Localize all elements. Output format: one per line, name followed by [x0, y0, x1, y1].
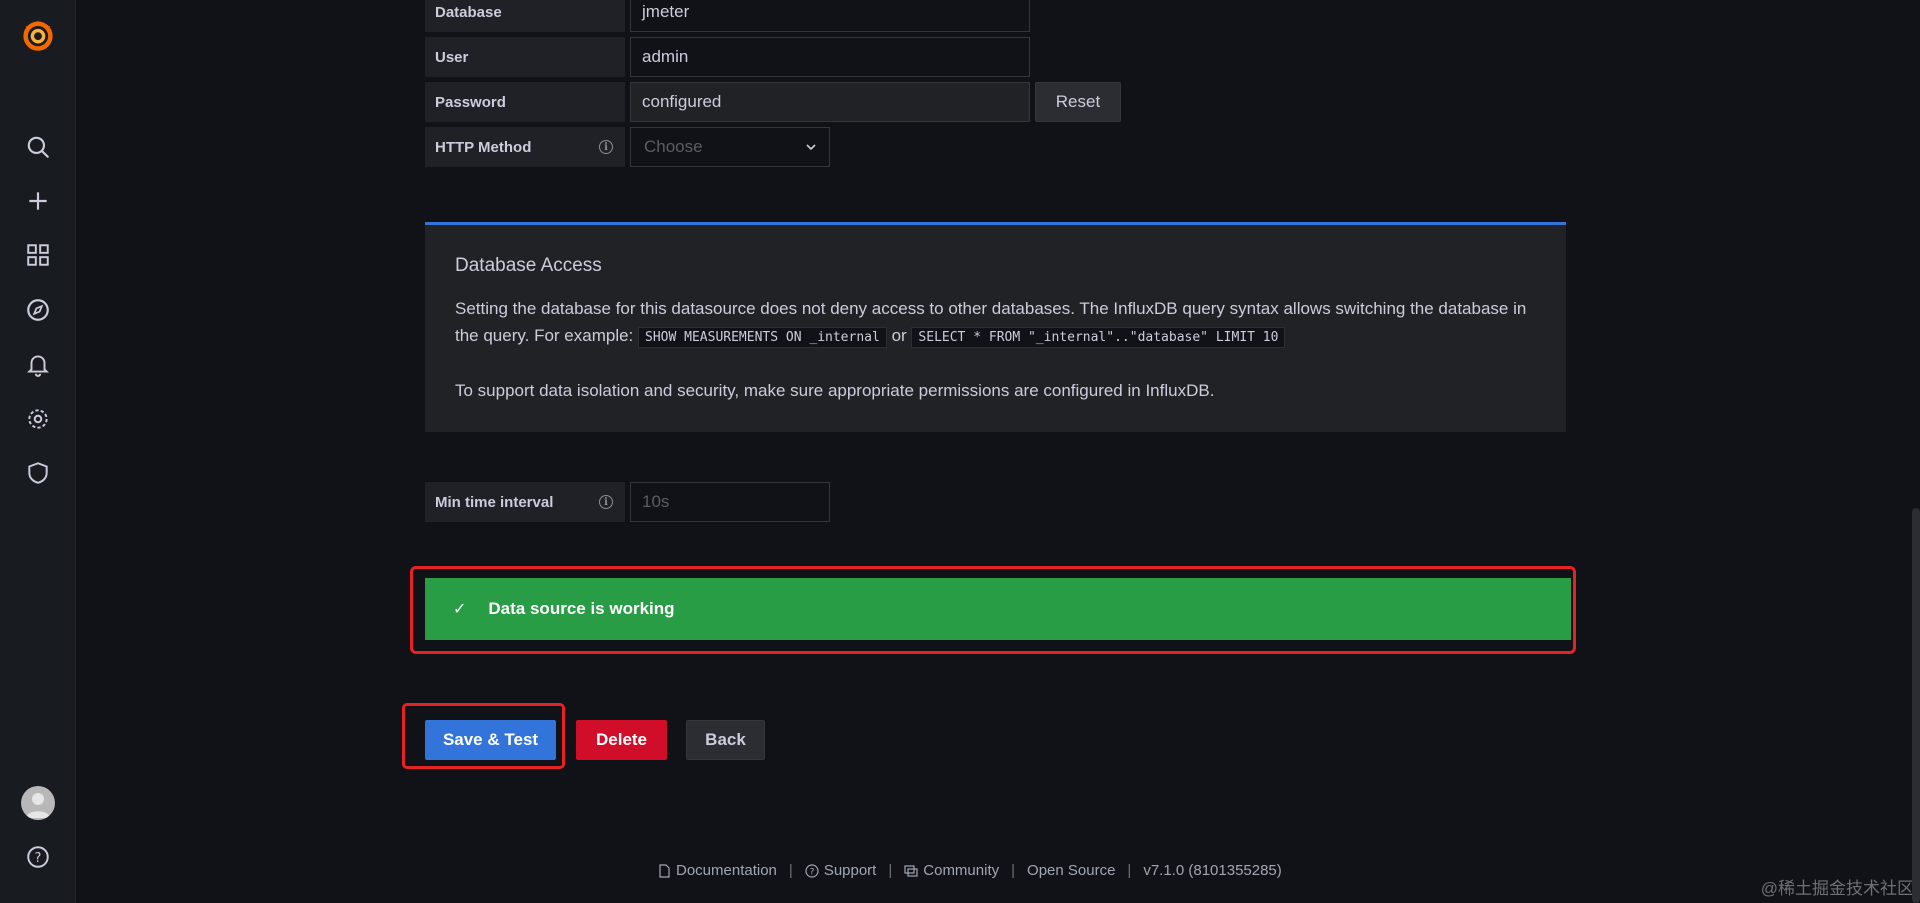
info-text-or: or — [891, 326, 907, 345]
database-access-info: Database Access Setting the database for… — [425, 222, 1566, 432]
server-admin-icon[interactable] — [19, 454, 57, 492]
comments-icon — [904, 864, 918, 877]
footer-support-link[interactable]: Support — [824, 862, 877, 879]
footer: Documentation | ? Support | Community | … — [657, 862, 1282, 879]
http-method-label: HTTP Method i — [425, 127, 625, 167]
http-method-label-text: HTTP Method — [435, 138, 532, 156]
footer-separator: | — [888, 862, 893, 879]
dashboards-icon[interactable] — [19, 236, 57, 274]
user-input[interactable]: admin — [630, 37, 1030, 77]
user-row: User admin — [425, 37, 1030, 77]
min-time-interval-label: Min time interval i — [425, 482, 625, 522]
avatar[interactable] — [21, 786, 55, 820]
http-method-row: HTTP Method i Choose — [425, 127, 830, 167]
question-circle-icon: ? — [805, 863, 819, 878]
help-icon[interactable]: ? — [19, 838, 57, 876]
info-icon[interactable]: i — [599, 140, 613, 154]
sidebar: ? — [0, 0, 76, 903]
svg-text:?: ? — [35, 851, 42, 866]
plus-icon[interactable] — [19, 182, 57, 220]
info-text: Setting the database for this datasource… — [455, 295, 1536, 351]
footer-separator: | — [788, 862, 793, 879]
scrollbar[interactable] — [1912, 508, 1920, 903]
min-time-interval-input[interactable]: 10s — [630, 482, 830, 522]
user-label: User — [425, 37, 625, 77]
code-example-1: SHOW MEASUREMENTS ON _internal — [638, 327, 887, 348]
grafana-logo-icon[interactable] — [19, 16, 57, 54]
footer-separator: | — [1011, 862, 1016, 879]
http-method-placeholder: Choose — [644, 137, 703, 156]
database-label: Database — [425, 0, 625, 32]
back-button[interactable]: Back — [686, 720, 765, 760]
info-icon[interactable]: i — [599, 495, 613, 509]
footer-community-link[interactable]: Community — [923, 862, 999, 879]
info-text-permissions: To support data isolation and security, … — [455, 381, 1215, 400]
password-row: Password configured Reset — [425, 82, 1121, 122]
code-example-2: SELECT * FROM "_internal".."database" LI… — [911, 327, 1286, 348]
database-row: Database jmeter — [425, 0, 1030, 32]
footer-documentation-link[interactable]: Documentation — [676, 862, 777, 879]
watermark: @稀土掘金技术社区 — [1760, 879, 1914, 898]
database-input[interactable]: jmeter — [630, 0, 1030, 32]
chevron-down-icon — [806, 144, 816, 151]
save-test-button[interactable]: Save & Test — [425, 720, 556, 760]
explore-icon[interactable] — [19, 291, 57, 329]
min-time-interval-label-text: Min time interval — [435, 493, 554, 511]
delete-button[interactable]: Delete — [576, 720, 667, 760]
check-icon: ✓ — [453, 601, 467, 618]
alerting-icon[interactable] — [19, 345, 57, 383]
reset-button[interactable]: Reset — [1035, 82, 1121, 122]
min-time-interval-row: Min time interval i 10s — [425, 482, 830, 522]
alert-message: Data source is working — [488, 599, 675, 618]
configuration-icon[interactable] — [19, 400, 57, 438]
svg-text:?: ? — [809, 867, 814, 877]
password-label: Password — [425, 82, 625, 122]
info-title: Database Access — [455, 255, 602, 276]
footer-separator: | — [1127, 862, 1132, 879]
password-input[interactable]: configured — [630, 82, 1030, 122]
http-method-select[interactable]: Choose — [630, 127, 830, 167]
min-time-interval-placeholder: 10s — [642, 492, 670, 511]
footer-version: v7.1.0 (8101355285) — [1143, 862, 1282, 879]
search-icon[interactable] — [19, 128, 57, 166]
footer-open-source-link[interactable]: Open Source — [1027, 862, 1115, 879]
success-alert: ✓ Data source is working — [425, 578, 1571, 640]
document-icon — [659, 863, 670, 878]
